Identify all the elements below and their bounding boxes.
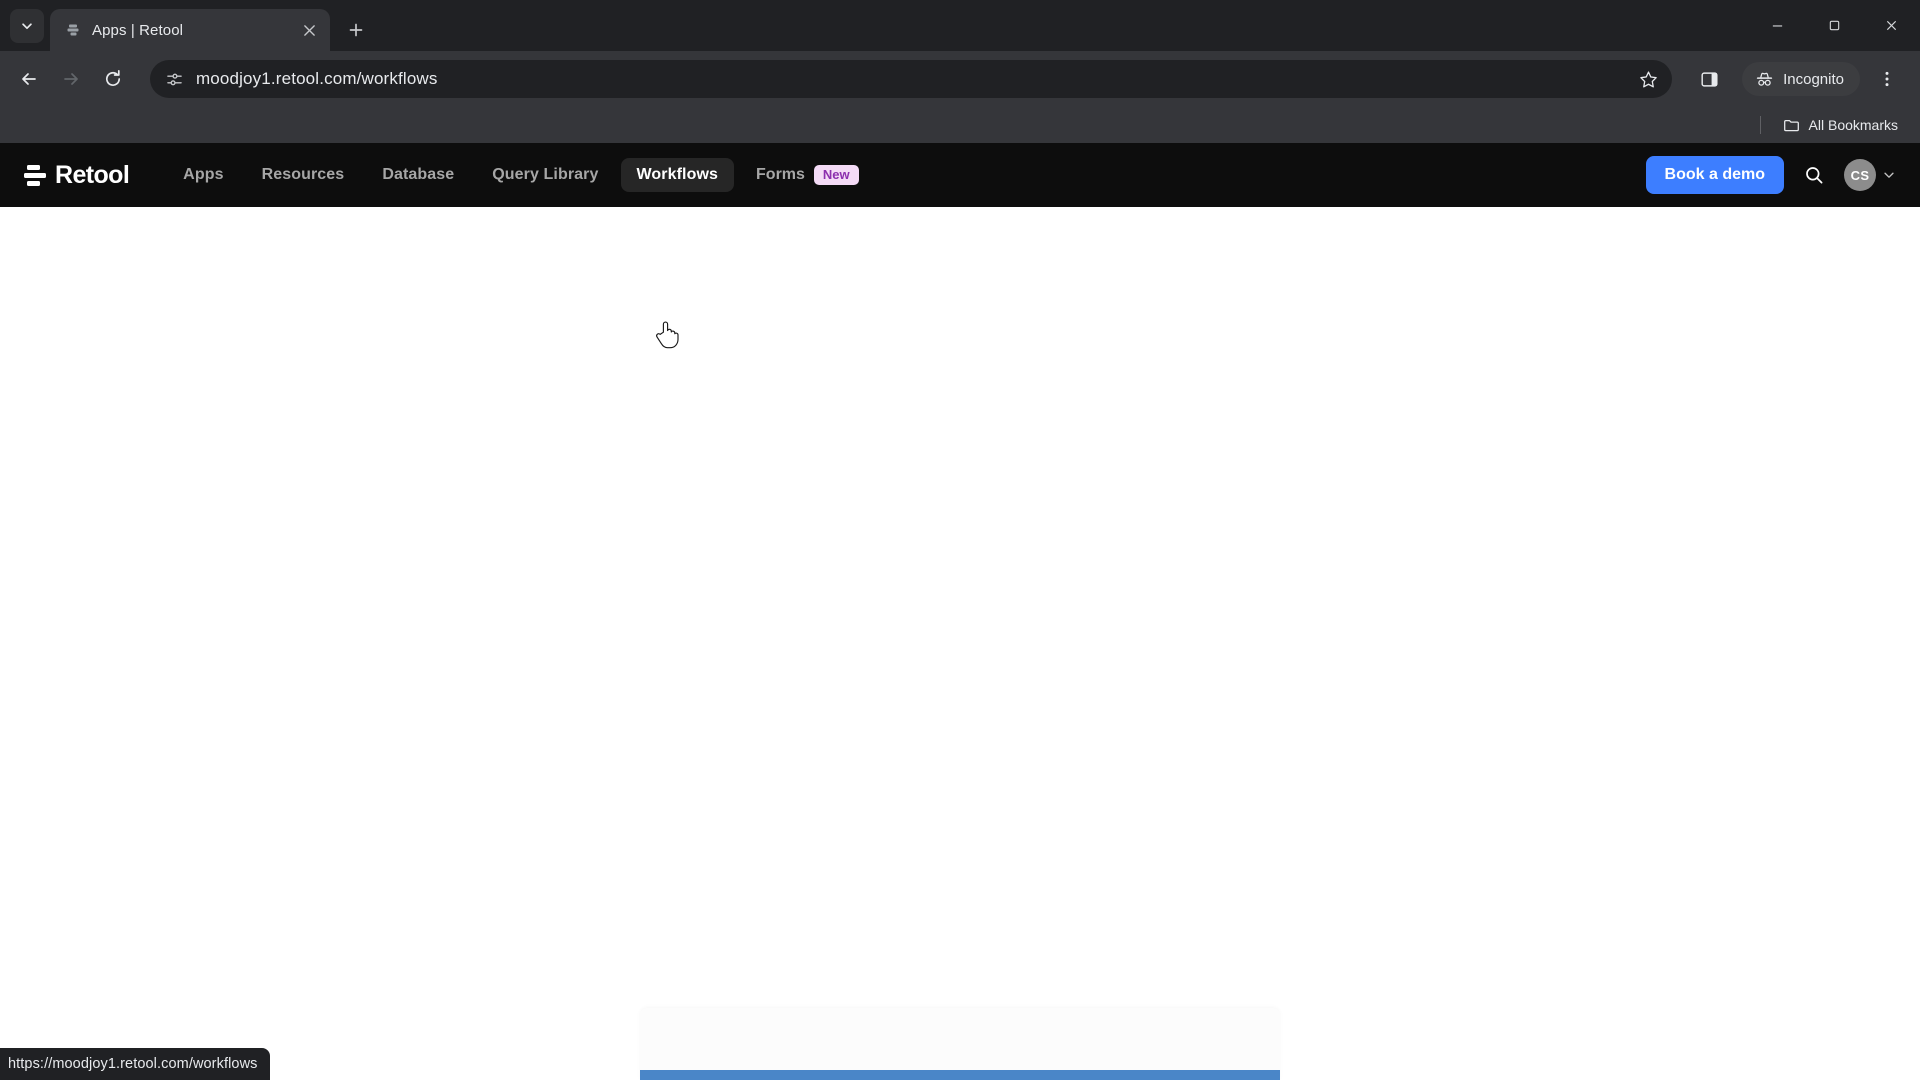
address-bar[interactable]: moodjoy1.retool.com/workflows xyxy=(150,60,1673,98)
global-search-button[interactable] xyxy=(1798,159,1830,191)
avatar: CS xyxy=(1844,159,1876,191)
reload-icon xyxy=(105,70,121,86)
retool-wordmark: Retool xyxy=(55,160,130,189)
forms-new-badge: New xyxy=(813,164,859,186)
incognito-hat-icon xyxy=(1757,72,1773,86)
nav-item-database[interactable]: Database xyxy=(366,158,470,192)
url-text[interactable]: moodjoy1.retool.com/workflows xyxy=(196,69,1624,89)
incognito-indicator[interactable]: Incognito xyxy=(1742,62,1860,96)
browser-toolbar: moodjoy1.retool.com/workflows Incognito xyxy=(0,51,1920,107)
nav-item-query-library[interactable]: Query Library xyxy=(476,158,614,192)
all-bookmarks-button[interactable]: All Bookmarks xyxy=(1775,113,1906,138)
close-icon xyxy=(303,24,315,36)
side-panel-button[interactable] xyxy=(1690,60,1728,98)
search-icon xyxy=(1806,167,1823,184)
close-window-button[interactable] xyxy=(1863,0,1920,51)
tab-strip: Apps | Retool xyxy=(0,0,1920,51)
site-info-button[interactable] xyxy=(160,65,188,93)
window-controls xyxy=(1749,0,1920,51)
close-icon xyxy=(1886,20,1897,31)
tune-sliders-icon xyxy=(166,73,182,85)
browser-tab[interactable]: Apps | Retool xyxy=(50,9,330,51)
incognito-label: Incognito xyxy=(1783,70,1844,88)
bookmarks-bar: All Bookmarks xyxy=(0,107,1920,143)
minimize-icon xyxy=(1772,25,1783,27)
retool-navbar: Retool Apps Resources Database Query Lib… xyxy=(0,143,1920,207)
back-button[interactable] xyxy=(10,60,48,98)
status-bubble: https://moodjoy1.retool.com/workflows xyxy=(0,1048,270,1080)
bookmark-button[interactable] xyxy=(1632,63,1664,95)
reload-button[interactable] xyxy=(94,60,132,98)
arrow-left-icon xyxy=(22,73,36,85)
retool-favicon xyxy=(64,21,82,39)
arrow-right-icon xyxy=(64,73,78,85)
loading-panel xyxy=(640,1008,1280,1080)
tab-title: Apps | Retool xyxy=(92,21,184,39)
restore-icon xyxy=(1829,20,1840,31)
chevron-down-icon xyxy=(1884,172,1894,178)
retool-nav-actions: Book a demo CS xyxy=(1645,156,1896,194)
maximize-button[interactable] xyxy=(1806,0,1863,51)
browser-window: Apps | Retool moodjoy1.retool.com/workfl… xyxy=(0,0,1920,1080)
three-dot-menu-icon xyxy=(1885,71,1889,87)
star-icon xyxy=(1639,70,1657,87)
chevron-down-icon xyxy=(22,23,32,30)
side-panel-icon xyxy=(1701,71,1718,87)
forward-button[interactable] xyxy=(52,60,90,98)
page-viewport: Retool Apps Resources Database Query Lib… xyxy=(0,143,1920,1080)
retool-logo-icon xyxy=(24,164,46,186)
plus-icon xyxy=(349,23,363,37)
tab-close-button[interactable] xyxy=(298,19,320,41)
tab-search-button[interactable] xyxy=(10,9,44,43)
all-bookmarks-label: All Bookmarks xyxy=(1808,117,1898,133)
new-tab-button[interactable] xyxy=(340,14,372,46)
nav-item-forms[interactable]: Forms New xyxy=(740,157,871,194)
nav-item-forms-label: Forms xyxy=(756,166,805,183)
loading-progress-bar xyxy=(640,1070,1280,1080)
workflows-page-body xyxy=(0,207,1920,1080)
minimize-button[interactable] xyxy=(1749,0,1806,51)
nav-item-workflows[interactable]: Workflows xyxy=(620,158,735,192)
browser-menu-button[interactable] xyxy=(1868,60,1906,98)
user-menu[interactable]: CS xyxy=(1844,159,1896,191)
retool-logo[interactable]: Retool xyxy=(24,160,130,190)
book-a-demo-button[interactable]: Book a demo xyxy=(1645,156,1784,194)
bookmarks-separator xyxy=(1759,116,1761,134)
folder-icon xyxy=(1783,119,1799,131)
nav-item-resources[interactable]: Resources xyxy=(246,158,361,192)
nav-item-apps[interactable]: Apps xyxy=(167,158,239,192)
retool-nav-links: Apps Resources Database Query Library Wo… xyxy=(167,157,870,194)
